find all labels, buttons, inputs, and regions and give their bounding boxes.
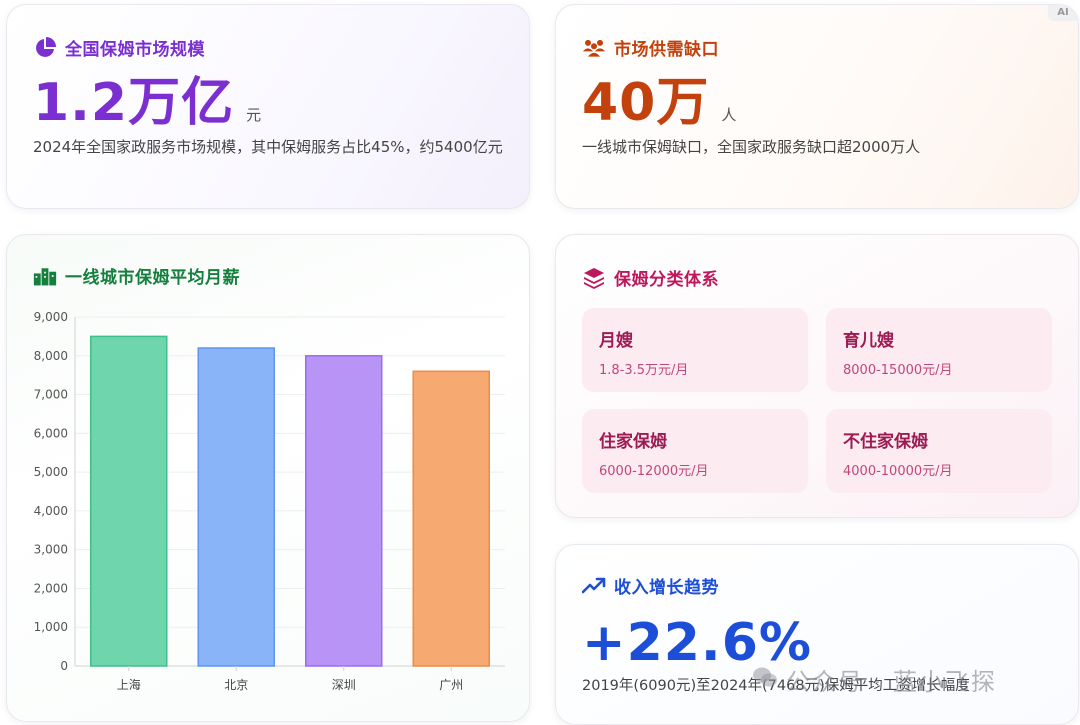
city-buildings-icon bbox=[33, 264, 57, 288]
y-tick-label: 6,000 bbox=[34, 426, 68, 440]
types-header: 保姆分类体系 bbox=[582, 265, 719, 290]
supply-gap-value-row: 40万 人 bbox=[582, 77, 736, 129]
type-tile-yuersao[interactable]: 育儿嫂 8000-15000元/月 bbox=[826, 308, 1052, 392]
type-name: 不住家保姆 bbox=[843, 432, 928, 452]
type-name: 月嫂 bbox=[599, 331, 633, 351]
type-price: 6000-12000元/月 bbox=[599, 464, 709, 479]
market-size-unit: 元 bbox=[246, 106, 262, 124]
wechat-icon bbox=[752, 666, 778, 694]
x-tick-label: 广州 bbox=[439, 678, 463, 692]
market-size-value: 1.2万亿 bbox=[33, 73, 235, 133]
type-tile-live-out[interactable]: 不住家保姆 4000-10000元/月 bbox=[826, 409, 1052, 493]
trend-up-icon bbox=[582, 574, 606, 598]
y-tick-label: 8,000 bbox=[34, 349, 68, 363]
type-name: 住家保姆 bbox=[599, 432, 667, 452]
people-group-icon bbox=[582, 36, 606, 60]
type-name: 育儿嫂 bbox=[843, 331, 894, 351]
bar[interactable] bbox=[305, 355, 383, 667]
y-tick-label: 5,000 bbox=[34, 465, 68, 479]
bar[interactable] bbox=[412, 370, 490, 667]
supply-gap-title: 市场供需缺口 bbox=[614, 40, 719, 60]
ai-badge: AI bbox=[1048, 5, 1078, 21]
market-size-card: 全国保姆市场规模 1.2万亿 元 2024年全国家政服务市场规模，其中保姆服务占… bbox=[6, 4, 530, 209]
salary-header: 一线城市保姆平均月薪 bbox=[33, 263, 240, 288]
y-tick-label: 7,000 bbox=[34, 388, 68, 402]
market-size-description: 2024年全国家政服务市场规模，其中保姆服务占比45%，约5400亿元 bbox=[33, 138, 503, 156]
y-tick-label: 0 bbox=[60, 659, 68, 673]
y-tick-label: 4,000 bbox=[34, 504, 68, 518]
watermark: 公众号 · 蓝小飞探 bbox=[752, 662, 997, 697]
y-tick-label: 9,000 bbox=[34, 310, 68, 324]
type-price: 1.8-3.5万元/月 bbox=[599, 363, 689, 378]
types-title: 保姆分类体系 bbox=[614, 270, 719, 290]
type-tile-live-in[interactable]: 住家保姆 6000-12000元/月 bbox=[582, 409, 808, 493]
x-tick-label: 上海 bbox=[117, 677, 141, 692]
supply-gap-unit: 人 bbox=[721, 106, 737, 124]
supply-gap-header: 市场供需缺口 bbox=[582, 35, 719, 60]
watermark-text: 公众号 · 蓝小飞探 bbox=[786, 668, 997, 696]
salary-card: 一线城市保姆平均月薪 0 1,000 2,000 3,000 4,000 5,000 6,0… bbox=[6, 234, 530, 722]
supply-gap-description: 一线城市保姆缺口，全国家政服务缺口超2000万人 bbox=[582, 138, 921, 156]
y-tick-label: 2,000 bbox=[34, 581, 68, 595]
type-tile-yuesao[interactable]: 月嫂 1.8-3.5万元/月 bbox=[582, 308, 808, 392]
bar[interactable] bbox=[197, 347, 275, 667]
x-tick-label: 深圳 bbox=[332, 678, 356, 692]
type-price: 8000-15000元/月 bbox=[843, 363, 953, 378]
x-tick-label: 北京 bbox=[224, 678, 248, 692]
growth-title: 收入增长趋势 bbox=[614, 578, 719, 598]
market-size-value-row: 1.2万亿 元 bbox=[33, 77, 261, 129]
type-price: 4000-10000元/月 bbox=[843, 464, 953, 479]
market-size-header: 全国保姆市场规模 bbox=[33, 35, 205, 60]
growth-header: 收入增长趋势 bbox=[582, 573, 719, 598]
pie-chart-icon bbox=[33, 36, 57, 60]
salary-bar-chart: 0 1,000 2,000 3,000 4,000 5,000 6,000 7,000 8,00… bbox=[34, 310, 505, 692]
y-tick-label: 3,000 bbox=[34, 543, 68, 557]
growth-card: 收入增长趋势 +22.6% 2019年(6090元)至2024年(7468元)保… bbox=[555, 544, 1079, 725]
layers-icon bbox=[582, 266, 606, 290]
supply-gap-card: AI 市场供需缺口 40万 人 一线城市保姆缺口，全国家政服务缺口超2000万人 bbox=[555, 4, 1079, 209]
y-tick-label: 1,000 bbox=[34, 620, 68, 634]
salary-title: 一线城市保姆平均月薪 bbox=[65, 268, 240, 288]
types-card: 保姆分类体系 月嫂 1.8-3.5万元/月 育儿嫂 8000-15000元/月 … bbox=[555, 234, 1079, 518]
supply-gap-value: 40万 bbox=[582, 73, 710, 133]
market-size-title: 全国保姆市场规模 bbox=[65, 40, 205, 60]
bar[interactable] bbox=[90, 335, 168, 667]
